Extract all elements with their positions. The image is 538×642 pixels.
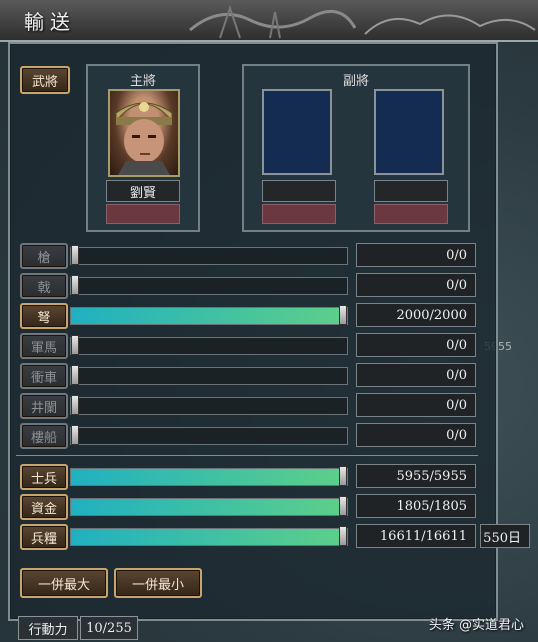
resource-button[interactable]: 槍	[20, 243, 68, 269]
resource-slider-handle[interactable]	[71, 245, 79, 265]
supplie-slider-fill	[71, 499, 347, 515]
title-bar: 輸送	[0, 0, 538, 42]
deputy-2-name	[374, 180, 448, 202]
action-points-value: 10/255	[80, 616, 138, 640]
watermark: 头条 @实道君心	[428, 618, 524, 633]
deputy-1-status-bar	[262, 204, 336, 224]
supplie-slider-handle[interactable]	[339, 496, 347, 516]
action-points-label: 行動力	[18, 616, 78, 640]
resource-button[interactable]: 軍馬	[20, 333, 68, 359]
deputy-slot-1[interactable]	[262, 89, 332, 175]
resource-slider-fill	[71, 308, 347, 324]
resource-slider-handle[interactable]	[71, 335, 79, 355]
resource-button[interactable]: 衝車	[20, 363, 68, 389]
resource-button[interactable]: 樓船	[20, 423, 68, 449]
deputy-label: 副將	[342, 74, 369, 89]
supplie-button[interactable]: 資金	[20, 494, 68, 520]
commander-label: 主將	[129, 74, 156, 89]
supplie-slider-handle[interactable]	[339, 466, 347, 486]
resource-slider-handle[interactable]	[71, 365, 79, 385]
supplie-button[interactable]: 兵糧	[20, 524, 68, 550]
window-title: 輸送	[24, 10, 76, 34]
resource-slider[interactable]	[70, 335, 348, 355]
resource-value: 0/0	[356, 273, 476, 297]
resource-slider-handle[interactable]	[71, 395, 79, 415]
commander-portrait[interactable]	[108, 89, 180, 177]
resource-slider[interactable]	[70, 425, 348, 445]
resource-slider[interactable]	[70, 395, 348, 415]
resource-slider-handle[interactable]	[71, 425, 79, 445]
supplie-value: 5955/5955	[356, 464, 476, 488]
resource-button[interactable]: 井闌	[20, 393, 68, 419]
resource-value: 0/0	[356, 423, 476, 447]
resource-button[interactable]: 戟	[20, 273, 68, 299]
commander-name: 劉賢	[106, 180, 180, 202]
cloud-ornament-icon	[364, 14, 536, 35]
supplie-slider-fill	[71, 529, 347, 545]
supplie-slider-handle[interactable]	[339, 526, 347, 546]
deputy-slot-2[interactable]	[374, 89, 444, 175]
deputy-2-status-bar	[374, 204, 448, 224]
min-all-button[interactable]: 一併最小	[114, 568, 202, 598]
resource-value: 2000/2000	[356, 303, 476, 327]
supplie-slider-fill	[71, 469, 347, 485]
resource-slider[interactable]	[70, 305, 348, 325]
deputy-1-name	[262, 180, 336, 202]
title-ornament-icon	[189, 4, 357, 39]
section-divider	[16, 455, 478, 456]
resource-value: 0/0	[356, 363, 476, 387]
supplie-slider[interactable]	[70, 496, 348, 516]
commander-status-bar	[106, 204, 180, 224]
resource-slider[interactable]	[70, 275, 348, 295]
general-button[interactable]: 武將	[20, 66, 70, 94]
resource-value: 0/0	[356, 393, 476, 417]
resource-value: 0/0	[356, 333, 476, 357]
resource-value: 0/0	[356, 243, 476, 267]
resource-slider-handle[interactable]	[339, 305, 347, 325]
resource-slider-handle[interactable]	[71, 275, 79, 295]
supplie-button[interactable]: 士兵	[20, 464, 68, 490]
resource-slider[interactable]	[70, 245, 348, 265]
food-days: 550日	[480, 524, 530, 548]
supplie-slider[interactable]	[70, 466, 348, 486]
resource-button[interactable]: 弩	[20, 303, 68, 329]
supplie-value: 1805/1805	[356, 494, 476, 518]
max-all-button[interactable]: 一併最大	[20, 568, 108, 598]
supplie-value: 16611/16611	[356, 524, 476, 548]
supplie-slider[interactable]	[70, 526, 348, 546]
resource-slider[interactable]	[70, 365, 348, 385]
commander-face-icon	[115, 102, 173, 175]
